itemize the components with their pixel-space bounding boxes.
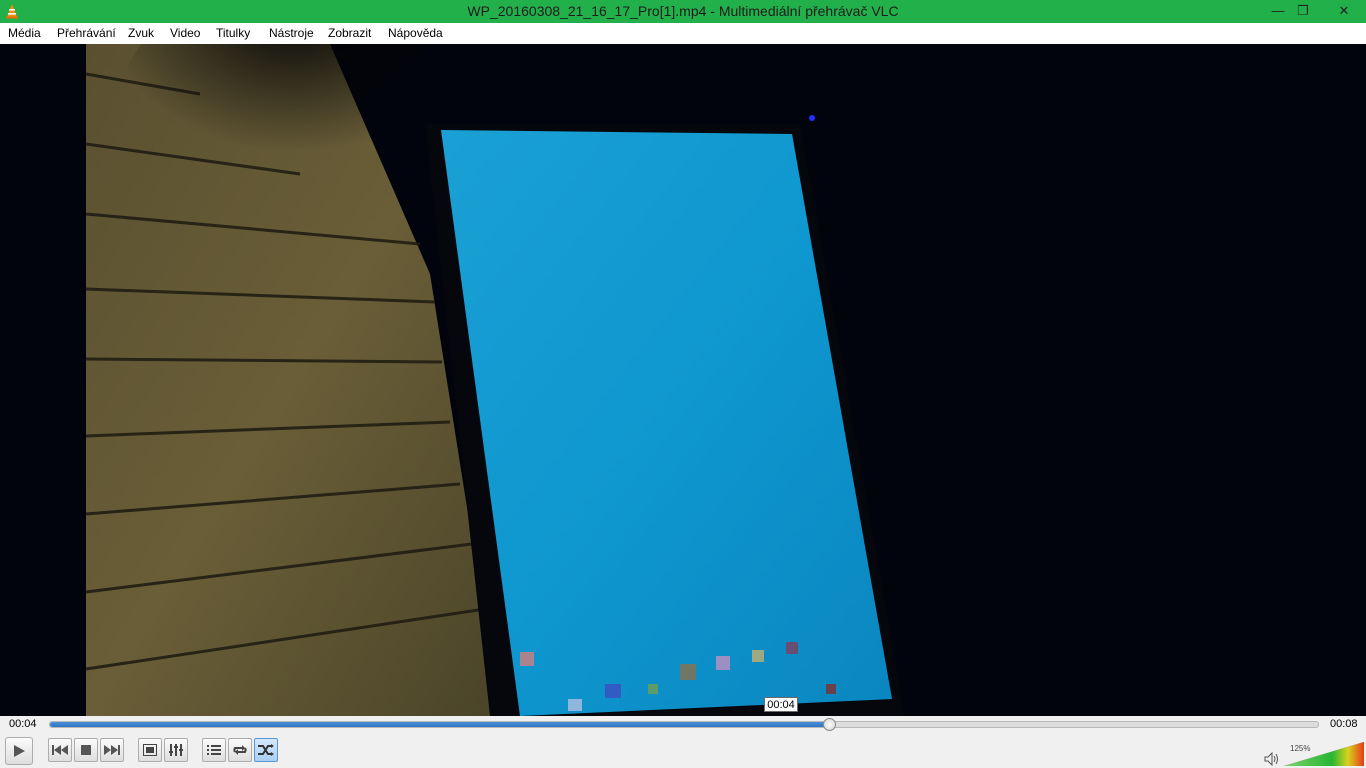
extended-settings-icon — [169, 744, 183, 756]
elapsed-time: 00:04 — [9, 718, 37, 730]
seek-slider[interactable] — [49, 718, 1319, 731]
menu-video[interactable]: Video — [170, 23, 200, 44]
playlist-icon — [207, 745, 221, 755]
seek-handle[interactable] — [822, 718, 836, 731]
menu-playback[interactable]: Přehrávání — [57, 23, 116, 44]
minimize-button[interactable]: — — [1265, 0, 1291, 23]
previous-icon — [52, 745, 68, 755]
control-panel: 00:04 00:04 00:08 125% — [0, 697, 1366, 768]
video-frame — [85, 44, 905, 716]
restore-button[interactable]: ❐ — [1290, 0, 1316, 23]
stop-icon — [81, 745, 91, 755]
fullscreen-icon — [143, 744, 157, 756]
extended-settings-button[interactable] — [164, 738, 188, 762]
menu-audio[interactable]: Zvuk — [128, 23, 154, 44]
window-title: WP_20160308_21_16_17_Pro[1].mp4 - Multim… — [467, 3, 899, 19]
video-area[interactable] — [0, 44, 1366, 716]
loop-icon — [233, 745, 247, 755]
seek-progress — [50, 722, 829, 727]
menu-media[interactable]: Média — [8, 23, 41, 44]
title-bar: WP_20160308_21_16_17_Pro[1].mp4 - Multim… — [0, 0, 1366, 23]
close-button[interactable]: ✕ — [1322, 0, 1366, 23]
menu-view[interactable]: Zobrazit — [328, 23, 371, 44]
total-time: 00:08 — [1330, 718, 1358, 730]
seek-tooltip: 00:04 — [764, 697, 798, 712]
next-button[interactable] — [100, 738, 124, 762]
playlist-button[interactable] — [202, 738, 226, 762]
stop-button[interactable] — [74, 738, 98, 762]
menu-tools[interactable]: Nástroje — [269, 23, 314, 44]
previous-button[interactable] — [48, 738, 72, 762]
play-button[interactable] — [5, 737, 33, 765]
fullscreen-button[interactable] — [138, 738, 162, 762]
play-icon — [14, 745, 25, 757]
menu-bar: Média Přehrávání Zvuk Video Titulky Nást… — [0, 23, 1366, 44]
speaker-icon[interactable] — [1264, 752, 1280, 766]
menu-help[interactable]: Nápověda — [388, 23, 443, 44]
shuffle-icon — [258, 744, 274, 756]
next-icon — [104, 745, 120, 755]
loop-button[interactable] — [228, 738, 252, 762]
menu-subtitles[interactable]: Titulky — [216, 23, 250, 44]
shuffle-button[interactable] — [254, 738, 278, 762]
volume-slider[interactable] — [1284, 742, 1364, 766]
